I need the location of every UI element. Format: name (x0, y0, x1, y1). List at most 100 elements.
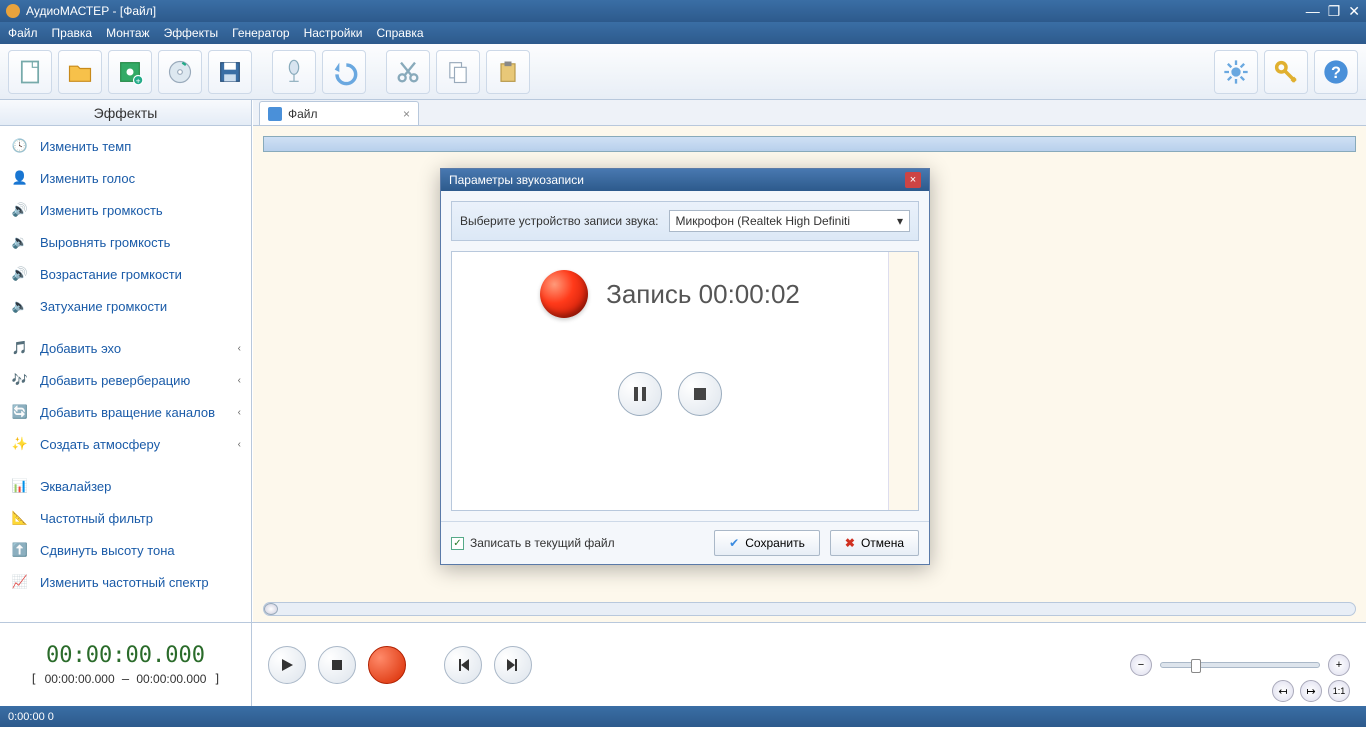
menu-help[interactable]: Справка (376, 26, 423, 40)
transport-bar: 00:00:00.000 [ 00:00:00.000 – 00:00:00.0… (0, 622, 1366, 706)
zoom-slider[interactable] (1160, 662, 1320, 668)
zoom-controls: − + (1130, 654, 1350, 676)
menu-generator[interactable]: Генератор (232, 26, 289, 40)
cancel-button[interactable]: ✖Отмена (830, 530, 919, 556)
timeline-ruler[interactable] (263, 136, 1356, 152)
menubar: Файл Правка Монтаж Эффекты Генератор Нас… (0, 22, 1366, 44)
checkbox-icon: ✓ (451, 537, 464, 550)
zoom-thumb[interactable] (1191, 659, 1201, 673)
dialog-close-button[interactable]: × (905, 172, 921, 188)
clock-icon: 🕓 (10, 136, 30, 156)
svg-text:?: ? (1331, 63, 1341, 81)
menu-montage[interactable]: Монтаж (106, 26, 150, 40)
zoom-in-button[interactable]: + (1328, 654, 1350, 676)
cross-icon: ✖ (845, 536, 855, 550)
time-selection: [ 00:00:00.000 – 00:00:00.000 ] (30, 672, 221, 686)
effect-fadein[interactable]: 🔊Возрастание громкости (0, 258, 251, 290)
next-button[interactable] (494, 646, 532, 684)
echo-icon: 🎵 (10, 338, 30, 358)
effect-filter[interactable]: 📐Частотный фильтр (0, 502, 251, 534)
zoom-out-button[interactable]: − (1130, 654, 1152, 676)
close-button[interactable]: ✕ (1348, 4, 1360, 18)
menu-file[interactable]: Файл (8, 26, 38, 40)
device-label: Выберите устройство записи звука: (460, 214, 659, 228)
dialog-footer: ✓ Записать в текущий файл ✔Сохранить ✖От… (441, 521, 929, 564)
dialog-titlebar[interactable]: Параметры звукозаписи × (441, 169, 929, 191)
chevron-icon: ‹ (238, 343, 241, 354)
effect-eq[interactable]: 📊Эквалайзер (0, 470, 251, 502)
horizontal-scrollbar[interactable] (263, 602, 1356, 616)
save-button[interactable]: ✔Сохранить (714, 530, 820, 556)
tabstrip: Файл × (253, 100, 1366, 126)
statusbar: 0:00:00 0 (0, 706, 1366, 727)
filter-icon: 📐 (10, 508, 30, 528)
chevron-icon: ‹ (238, 439, 241, 450)
svg-text:+: + (136, 76, 141, 85)
tb-settings[interactable] (1214, 50, 1258, 94)
effect-voice[interactable]: 👤Изменить голос (0, 162, 251, 194)
speaker-icon: 🔊 (10, 200, 30, 220)
menu-settings[interactable]: Настройки (304, 26, 363, 40)
tb-open[interactable] (58, 50, 102, 94)
tb-help[interactable]: ? (1314, 50, 1358, 94)
tb-new[interactable] (8, 50, 52, 94)
tb-undo[interactable] (322, 50, 366, 94)
scrollbar-thumb[interactable] (264, 603, 278, 615)
zoom-fit-right-button[interactable]: ↦ (1300, 680, 1322, 702)
effect-atmosphere[interactable]: ✨Создать атмосферу‹ (0, 428, 251, 460)
atmo-icon: ✨ (10, 434, 30, 454)
effect-fadeout[interactable]: 🔈Затухание громкости (0, 290, 251, 322)
record-button[interactable] (368, 646, 406, 684)
vol-down-icon: 🔈 (10, 296, 30, 316)
chevron-icon: ‹ (238, 375, 241, 386)
vol-up-icon: 🔊 (10, 264, 30, 284)
device-value: Микрофон (Realtek High Definiti (676, 214, 851, 228)
menu-effects[interactable]: Эффекты (164, 26, 219, 40)
tb-cut[interactable] (386, 50, 430, 94)
zoom-fit-left-button[interactable]: ↤ (1272, 680, 1294, 702)
tb-cd[interactable] (158, 50, 202, 94)
tb-key[interactable] (1264, 50, 1308, 94)
time-current: 00:00:00.000 (46, 643, 205, 668)
effect-spectrum[interactable]: 📈Изменить частотный спектр (0, 566, 251, 598)
minimize-button[interactable]: — (1306, 4, 1320, 18)
tab-label: Файл (288, 107, 318, 121)
write-to-file-checkbox[interactable]: ✓ Записать в текущий файл (451, 536, 615, 550)
stop-record-button[interactable] (678, 372, 722, 416)
effect-reverb[interactable]: 🎶Добавить реверберацию‹ (0, 364, 251, 396)
tb-video[interactable]: + (108, 50, 152, 94)
effect-tempo[interactable]: 🕓Изменить темп (0, 130, 251, 162)
tab-file[interactable]: Файл × (259, 101, 419, 125)
effect-normalize[interactable]: 🔉Выровнять громкость (0, 226, 251, 258)
effect-echo[interactable]: 🎵Добавить эхо‹ (0, 332, 251, 364)
effect-pitch[interactable]: ⬆️Сдвинуть высоту тона (0, 534, 251, 566)
time-display: 00:00:00.000 [ 00:00:00.000 – 00:00:00.0… (0, 623, 252, 706)
maximize-button[interactable]: ❐ (1328, 4, 1341, 18)
person-icon: 👤 (10, 168, 30, 188)
tab-close-button[interactable]: × (403, 107, 410, 121)
eq-icon: 📊 (10, 476, 30, 496)
zoom-1to1-button[interactable]: 1:1 (1328, 680, 1350, 702)
prev-button[interactable] (444, 646, 482, 684)
play-button[interactable] (268, 646, 306, 684)
menu-edit[interactable]: Правка (52, 26, 93, 40)
stop-button[interactable] (318, 646, 356, 684)
recording-dialog: Параметры звукозаписи × Выберите устройс… (440, 168, 930, 565)
tb-paste[interactable] (486, 50, 530, 94)
titlebar: АудиоМАСТЕР - [Файл] — ❐ ✕ (0, 0, 1366, 22)
window-title: АудиоМАСТЕР - [Файл] (26, 4, 1306, 18)
dialog-title: Параметры звукозаписи (449, 173, 584, 187)
device-row: Выберите устройство записи звука: Микроф… (451, 201, 919, 241)
rotate-icon: 🔄 (10, 402, 30, 422)
effect-rotate[interactable]: 🔄Добавить вращение каналов‹ (0, 396, 251, 428)
record-indicator-icon (540, 270, 588, 318)
pause-button[interactable] (618, 372, 662, 416)
effect-volume[interactable]: 🔊Изменить громкость (0, 194, 251, 226)
tb-save[interactable] (208, 50, 252, 94)
device-select[interactable]: Микрофон (Realtek High Definiti ▾ (669, 210, 911, 232)
pitch-icon: ⬆️ (10, 540, 30, 560)
tb-copy[interactable] (436, 50, 480, 94)
level-meter (888, 252, 918, 510)
dropdown-icon: ▾ (897, 214, 903, 228)
tb-mic[interactable] (272, 50, 316, 94)
